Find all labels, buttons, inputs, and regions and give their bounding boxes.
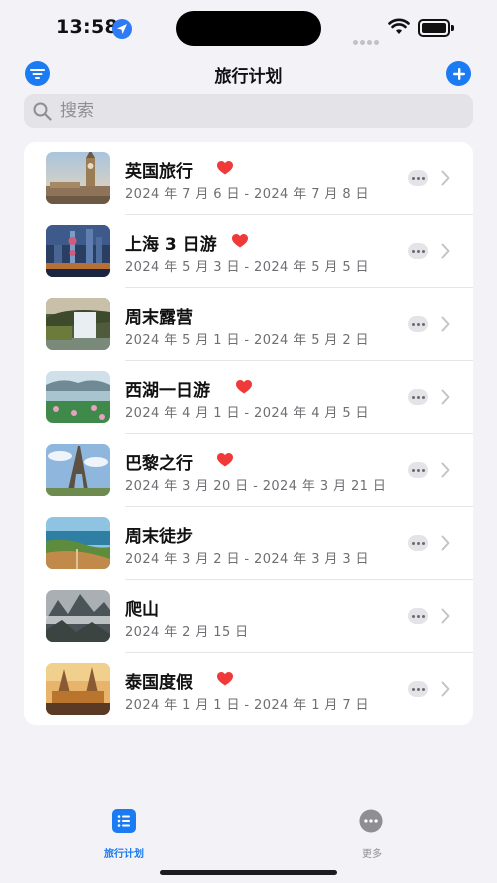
trip-dates: 2024 年 5 月 1 日 - 2024 年 5 月 2 日 xyxy=(125,333,369,348)
status-time: 13:58 xyxy=(56,16,118,38)
search-icon xyxy=(33,102,52,121)
add-trip-button[interactable] xyxy=(446,61,471,86)
search-input[interactable] xyxy=(60,94,460,128)
tab-label: 旅行计划 xyxy=(104,849,144,860)
trip-photo xyxy=(46,590,110,642)
chevron-right-icon xyxy=(441,389,450,405)
trip-dates: 2024 年 2 月 15 日 xyxy=(125,625,249,640)
trip-photo xyxy=(46,371,110,423)
wifi-icon xyxy=(388,18,410,34)
heart-icon xyxy=(217,453,233,467)
trip-row[interactable]: 西湖一日游 2024 年 4 月 1 日 - 2024 年 4 月 5 日 xyxy=(24,361,473,434)
chevron-right-icon xyxy=(441,170,450,186)
chevron-right-icon xyxy=(441,243,450,259)
trip-photo xyxy=(46,152,110,204)
trip-row[interactable]: 英国旅行 2024 年 7 月 6 日 - 2024 年 7 月 8 日 xyxy=(24,142,473,215)
tab-more[interactable]: 更多 xyxy=(322,809,422,860)
trip-row[interactable]: 周末徒步 2024 年 3 月 2 日 - 2024 年 3 月 3 日 xyxy=(24,507,473,580)
trip-row[interactable]: 上海 3 日游 2024 年 5 月 3 日 - 2024 年 5 月 5 日 xyxy=(24,215,473,288)
more-options-button[interactable] xyxy=(408,316,428,332)
list-icon xyxy=(112,809,136,833)
signal-dots-icon xyxy=(353,30,381,49)
chevron-right-icon xyxy=(441,316,450,332)
more-options-button[interactable] xyxy=(408,170,428,186)
battery-icon xyxy=(418,19,454,37)
chevron-right-icon xyxy=(441,535,450,551)
trip-row[interactable]: 泰国度假 2024 年 1 月 1 日 - 2024 年 1 月 7 日 xyxy=(24,653,473,725)
plus-icon xyxy=(452,67,465,80)
dynamic-island xyxy=(176,11,321,46)
heart-icon xyxy=(217,672,233,686)
trip-dates: 2024 年 7 月 6 日 - 2024 年 7 月 8 日 xyxy=(125,187,369,202)
nav-bar: 旅行计划 xyxy=(0,56,497,90)
more-options-button[interactable] xyxy=(408,243,428,259)
trip-name: 西湖一日游 xyxy=(125,381,210,401)
more-options-button[interactable] xyxy=(408,681,428,697)
trip-name: 爬山 xyxy=(125,600,159,620)
trip-name: 上海 3 日游 xyxy=(125,235,217,255)
heart-icon xyxy=(232,234,248,248)
chevron-right-icon xyxy=(441,608,450,624)
chevron-right-icon xyxy=(441,681,450,697)
trip-row[interactable]: 爬山 2024 年 2 月 15 日 xyxy=(24,580,473,653)
ellipsis-icon xyxy=(359,809,383,833)
trip-photo xyxy=(46,444,110,496)
trip-dates: 2024 年 5 月 3 日 - 2024 年 5 月 5 日 xyxy=(125,260,369,275)
trip-name: 巴黎之行 xyxy=(125,454,193,474)
more-options-button[interactable] xyxy=(408,389,428,405)
more-options-button[interactable] xyxy=(408,462,428,478)
trip-dates: 2024 年 1 月 1 日 - 2024 年 1 月 7 日 xyxy=(125,698,369,713)
tab-trip-plans[interactable]: 旅行计划 xyxy=(74,809,174,860)
chevron-right-icon xyxy=(441,462,450,478)
trip-photo xyxy=(46,225,110,277)
trip-list: 英国旅行 2024 年 7 月 6 日 - 2024 年 7 月 8 日 上海 … xyxy=(24,142,473,725)
trip-row[interactable]: 巴黎之行 2024 年 3 月 20 日 - 2024 年 3 月 21 日 xyxy=(24,434,473,507)
trip-dates: 2024 年 4 月 1 日 - 2024 年 4 月 5 日 xyxy=(125,406,369,421)
search-bar[interactable] xyxy=(24,94,473,128)
trip-name: 英国旅行 xyxy=(125,162,193,182)
trip-name: 周末露营 xyxy=(125,308,193,328)
trip-row[interactable]: 周末露营 2024 年 5 月 1 日 - 2024 年 5 月 2 日 xyxy=(24,288,473,361)
trip-name: 周末徒步 xyxy=(125,527,193,547)
trip-photo xyxy=(46,298,110,350)
more-options-button[interactable] xyxy=(408,608,428,624)
heart-icon xyxy=(236,380,252,394)
status-bar: 13:58 xyxy=(0,0,497,56)
trip-photo xyxy=(46,517,110,569)
heart-icon xyxy=(217,161,233,175)
trip-dates: 2024 年 3 月 20 日 - 2024 年 3 月 21 日 xyxy=(125,479,387,494)
page-title: 旅行计划 xyxy=(214,67,283,87)
home-indicator xyxy=(160,870,337,875)
location-arrow-icon xyxy=(112,19,132,39)
trip-dates: 2024 年 3 月 2 日 - 2024 年 3 月 3 日 xyxy=(125,552,369,567)
tab-label: 更多 xyxy=(362,849,382,860)
more-options-button[interactable] xyxy=(408,535,428,551)
trip-name: 泰国度假 xyxy=(125,673,193,693)
trip-photo xyxy=(46,663,110,715)
